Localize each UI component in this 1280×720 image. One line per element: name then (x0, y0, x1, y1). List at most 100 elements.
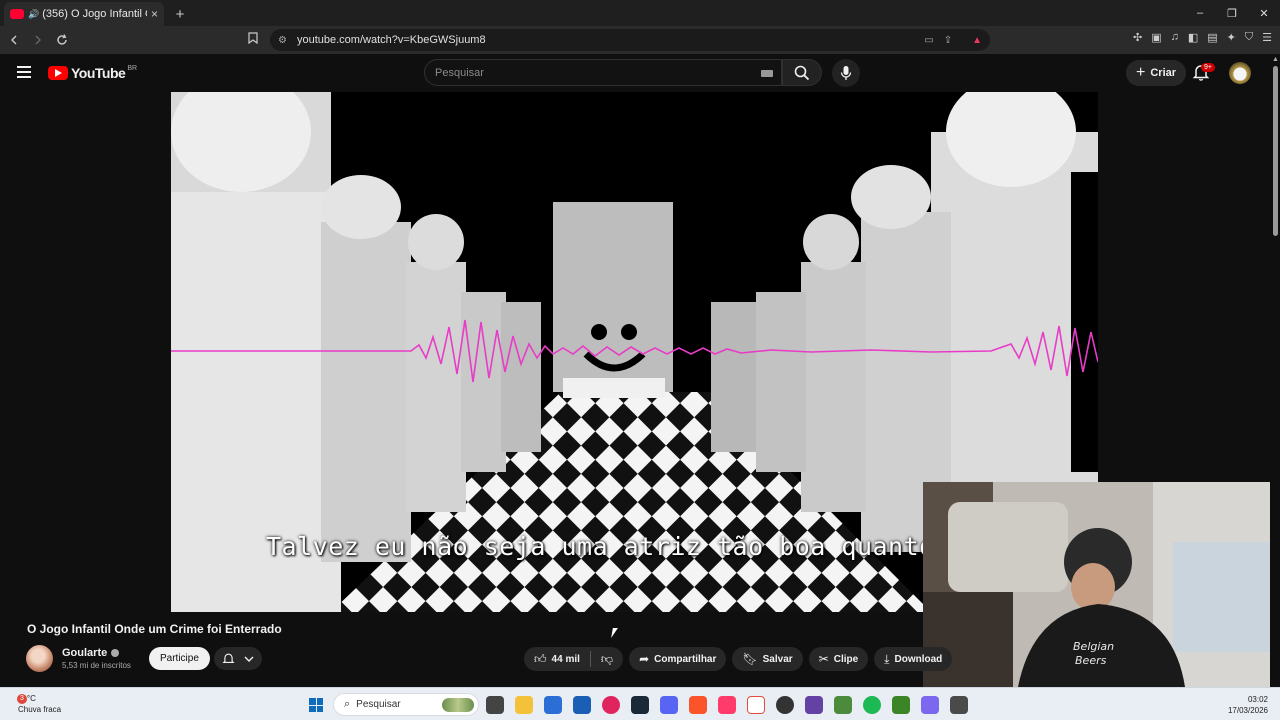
user-avatar[interactable] (1229, 62, 1251, 84)
tab-title: (356) O Jogo Infantil Onde um Crime foi … (42, 8, 147, 20)
arrow-left-icon (11, 35, 17, 45)
youtube-play-icon (48, 66, 68, 80)
bookmark-icon: 🔖︎ (742, 652, 758, 666)
extensions-icon[interactable]: ✣ (1133, 31, 1142, 44)
bookmark-icon[interactable] (248, 32, 258, 47)
verified-icon (111, 649, 120, 658)
site-settings-icon[interactable]: ⚙ (278, 35, 287, 46)
system-clock[interactable]: 03:02 17/03/2026 (1228, 694, 1268, 716)
dislike-button[interactable]: 👎︎ (591, 647, 623, 671)
android-studio-icon[interactable] (834, 696, 852, 714)
youtube-logo[interactable]: YouTube BR (48, 65, 137, 81)
windows-start-icon[interactable] (309, 698, 323, 712)
address-bar[interactable]: ⚙ youtube.com/watch?v=KbeGWSjuum8 ▭ ⇪ ▲ (270, 29, 990, 51)
like-dislike-group: 👍︎ 44 mil 👎︎ (524, 647, 624, 671)
streaming-app-icon[interactable] (805, 696, 823, 714)
taskbar-search-input[interactable]: ⌕ Pesquisar (333, 693, 479, 716)
search-icon: ⌕ (344, 698, 351, 710)
discord-icon[interactable] (660, 696, 678, 714)
reload-button[interactable] (52, 30, 72, 50)
weather-badge: 3 (17, 694, 27, 704)
teams-icon[interactable] (921, 696, 939, 714)
spotify-icon[interactable] (863, 696, 881, 714)
brave-rewards-icon[interactable]: ▲ (972, 35, 982, 46)
audio-playing-icon[interactable]: 🔊 (28, 9, 39, 20)
clock-date: 17/03/2026 (1227, 706, 1268, 715)
like-button[interactable]: 👍︎ 44 mil (524, 647, 590, 671)
screenshot-icon[interactable]: ▣ (1151, 31, 1161, 44)
forward-button[interactable] (28, 30, 48, 50)
vpn-icon[interactable]: ⛉ (1245, 31, 1253, 44)
download-button[interactable]: ⤓ Download (874, 647, 953, 671)
microphone-icon (840, 66, 852, 80)
taskbar-search-placeholder: Pesquisar (356, 699, 401, 710)
brave-icon[interactable] (689, 696, 707, 714)
share-icon: ➦ (639, 652, 650, 666)
keyboard-icon[interactable] (761, 70, 773, 77)
obs-icon[interactable] (776, 696, 794, 714)
thumbs-up-icon: 👍︎ (534, 651, 547, 666)
outlook-icon[interactable] (573, 696, 591, 714)
search-button[interactable] (782, 59, 822, 86)
leo-ai-icon[interactable]: ✦ (1227, 31, 1236, 44)
address-url[interactable]: youtube.com/watch?v=KbeGWSjuum8 (297, 34, 924, 46)
notifications-badge: 9+ (1201, 63, 1215, 72)
extensions-area: ✣ ▣ ♫ ◧ ▤ ✦ ⛉ ☰ (1133, 31, 1272, 44)
page-scrollbar[interactable]: ▲ (1270, 54, 1280, 687)
text-editor-icon[interactable] (747, 696, 765, 714)
store-icon[interactable] (544, 696, 562, 714)
menu-icon[interactable]: ☰ (1262, 31, 1272, 44)
media-icon[interactable]: ♫ (1171, 31, 1179, 44)
weather-condition: Chuva fraca (18, 705, 62, 714)
channel-avatar[interactable] (26, 645, 53, 672)
hamburger-menu-icon[interactable] (17, 66, 31, 78)
share-page-icon[interactable]: ⇪ (944, 35, 952, 46)
tiktok-icon[interactable] (718, 696, 736, 714)
download-label: Download (894, 653, 943, 665)
channel-name-text: Goularte (62, 647, 108, 659)
country-code: BR (127, 64, 138, 72)
close-tab-icon[interactable]: × (151, 7, 158, 21)
weather-widget[interactable]: 3 21°C Chuva fraca (17, 693, 62, 715)
restore-button[interactable]: ❐ (1216, 0, 1248, 26)
scissors-icon: ✂ (818, 652, 829, 666)
youtube-masthead: YouTube BR Pesquisar + Criar (0, 54, 1280, 92)
join-button[interactable]: Participe (149, 647, 210, 670)
browser-tab-active[interactable]: 🔊 (356) O Jogo Infantil Onde um Crime fo… (4, 2, 164, 26)
share-button[interactable]: ➦ Compartilhar (629, 647, 727, 671)
save-button[interactable]: 🔖︎ Salvar (732, 647, 803, 671)
sidebar-icon[interactable]: ◧ (1188, 31, 1198, 44)
scroll-up-icon[interactable]: ▲ (1272, 56, 1279, 63)
clip-label: Clipe (833, 653, 859, 665)
wallet-icon[interactable]: ▤ (1207, 31, 1217, 44)
search-placeholder: Pesquisar (435, 67, 484, 79)
back-button[interactable] (4, 30, 24, 50)
minecraft-icon[interactable] (892, 696, 910, 714)
close-window-button[interactable]: ✕ (1248, 0, 1280, 26)
like-count: 44 mil (551, 653, 580, 665)
search-input[interactable]: Pesquisar (424, 59, 782, 86)
reload-icon (57, 34, 67, 45)
cast-icon[interactable]: ▭ (924, 35, 933, 46)
windows-taskbar: 3 21°C Chuva fraca ⌕ Pesquisar (0, 687, 1280, 720)
clock-time: 03:02 (1247, 695, 1268, 704)
channel-name[interactable]: Goularte (62, 647, 120, 659)
minimize-button[interactable]: – (1184, 0, 1216, 26)
opera-icon[interactable] (602, 696, 620, 714)
steam-icon[interactable] (631, 696, 649, 714)
youtube-wordmark: YouTube (71, 65, 126, 81)
video-actions: 👍︎ 44 mil 👎︎ ➦ Compartilhar 🔖︎ Salvar ✂ … (524, 647, 953, 671)
share-label: Compartilhar (654, 653, 717, 665)
security-app-icon[interactable] (950, 696, 968, 714)
video-title: O Jogo Infantil Onde um Crime foi Enterr… (27, 622, 282, 636)
scrollbar-thumb[interactable] (1273, 66, 1278, 236)
bell-icon (222, 653, 235, 664)
new-tab-button[interactable]: + (168, 2, 192, 26)
search-icon (794, 65, 810, 80)
task-view-icon[interactable] (486, 696, 504, 714)
clip-button[interactable]: ✂ Clipe (808, 647, 869, 671)
voice-search-button[interactable] (832, 59, 860, 87)
file-explorer-icon[interactable] (515, 696, 533, 714)
subscription-notifications-button[interactable] (214, 647, 262, 670)
create-button[interactable]: + Criar (1126, 60, 1187, 86)
